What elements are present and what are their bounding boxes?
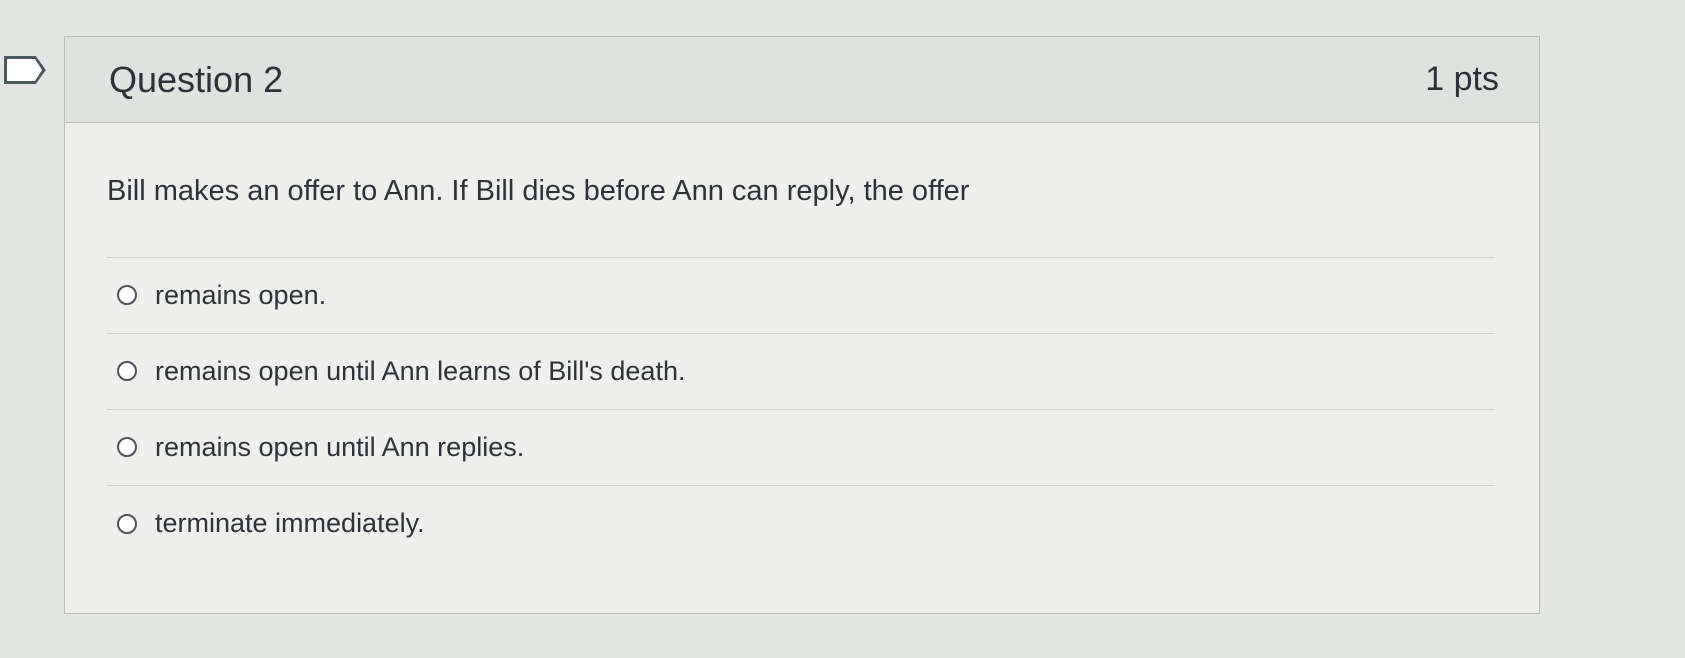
question-card: Question 2 1 pts Bill makes an offer to … [64, 36, 1540, 614]
flag-question-icon[interactable] [4, 56, 46, 84]
question-text: Bill makes an offer to Ann. If Bill dies… [107, 175, 970, 207]
answer-option-3[interactable]: remains open until Ann replies. [107, 410, 1495, 486]
radio-button[interactable] [117, 437, 137, 458]
question-header: Question 2 1 pts [65, 37, 1539, 123]
question-title: Question 2 [109, 58, 284, 100]
radio-button[interactable] [117, 513, 137, 534]
answer-option-2[interactable]: remains open until Ann learns of Bill's … [107, 334, 1495, 410]
answer-label[interactable]: remains open until Ann replies. [155, 432, 524, 463]
question-points: 1 pts [1425, 60, 1499, 98]
answer-list: remains open. remains open until Ann lea… [107, 256, 1495, 562]
answer-label[interactable]: remains open until Ann learns of Bill's … [155, 356, 685, 387]
question-body: Bill makes an offer to Ann. If Bill dies… [65, 123, 1539, 562]
answer-label[interactable]: remains open. [155, 280, 326, 311]
answer-label[interactable]: terminate immediately. [155, 508, 425, 539]
answer-option-4[interactable]: terminate immediately. [107, 486, 1495, 562]
radio-button[interactable] [117, 361, 137, 382]
radio-button[interactable] [117, 285, 137, 306]
answer-option-1[interactable]: remains open. [107, 258, 1495, 334]
